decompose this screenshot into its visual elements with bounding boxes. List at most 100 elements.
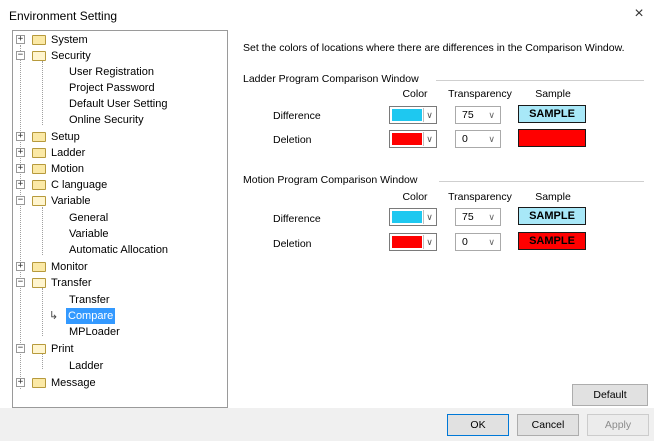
expand-icon[interactable]: + [16,180,25,189]
collapse-icon[interactable]: − [16,344,25,353]
settings-panel: Set the colors of locations where there … [230,30,654,408]
tree-item-label: Variable [69,228,109,240]
select-value: 75 [462,211,474,223]
color-swatch [392,133,422,145]
tree-connector [42,353,43,369]
tree-item-project-password[interactable]: Project Password [69,80,155,96]
ladder-difference-label: Difference [273,110,321,122]
chevron-down-icon: ∨ [488,134,495,144]
tree-connector [20,45,21,389]
window-title: Environment Setting [9,9,118,23]
folder-icon [32,262,46,272]
button-bar: OK Cancel Apply [0,408,654,441]
tree-item-label: Message [51,377,96,389]
tree-item-automatic-allocation[interactable]: Automatic Allocation [69,242,168,258]
color-column-header: Color [402,88,428,100]
group-divider [436,80,644,81]
motion-difference-color-picker[interactable]: ∨ [389,208,437,226]
close-icon[interactable]: × [630,5,648,23]
tree-item-label: Monitor [51,261,88,273]
tree-item-label: Variable [51,195,91,207]
color-column-header: Color [402,191,428,203]
tree-item-label: User Registration [69,66,154,78]
tree-item-label: C language [51,179,108,191]
tree-item-mploader[interactable]: MPLoader [69,324,120,340]
tree-item-label: General [69,212,109,224]
expand-icon[interactable]: + [16,35,25,44]
ladder-deletion-sample [518,129,586,147]
settings-tree[interactable]: + System − Security User Registration Pr… [12,30,228,408]
folder-icon [32,378,46,388]
tree-item-label: MPLoader [69,326,120,338]
color-swatch [392,109,422,121]
motion-group-title: Motion Program Comparison Window [243,174,418,186]
motion-difference-transparency-select[interactable]: 75 ∨ [455,208,501,226]
intro-text: Set the colors of locations where there … [243,42,625,54]
sample-column-header: Sample [535,88,571,100]
tree-item-label: Ladder [69,360,104,372]
expand-icon[interactable]: + [16,164,25,173]
ladder-difference-color-picker[interactable]: ∨ [389,106,437,124]
chevron-down-icon[interactable]: ∨ [423,108,435,122]
collapse-icon[interactable]: − [16,51,25,60]
color-swatch [392,211,422,223]
chevron-down-icon[interactable]: ∨ [423,235,435,249]
ladder-group-title: Ladder Program Comparison Window [243,73,419,85]
tree-item-label: Ladder [51,147,86,159]
tree-item-user-registration[interactable]: User Registration [69,64,154,80]
motion-deletion-color-picker[interactable]: ∨ [389,233,437,251]
color-swatch [392,236,422,248]
folder-icon [32,148,46,158]
tree-item-label: Project Password [69,82,155,94]
chevron-down-icon: ∨ [488,237,495,247]
open-folder-icon [32,51,46,61]
sample-column-header: Sample [535,191,571,203]
default-button[interactable]: Default [572,384,648,406]
cancel-button[interactable]: Cancel [517,414,579,436]
folder-icon [32,132,46,142]
tree-item-label: Default User Setting [69,98,168,110]
ladder-deletion-transparency-select[interactable]: 0 ∨ [455,130,501,148]
ladder-difference-transparency-select[interactable]: 75 ∨ [455,106,501,124]
tree-item-label: Security [51,50,91,62]
open-folder-icon [32,344,46,354]
arrow-icon: ↳ [49,310,59,322]
open-folder-icon [32,278,46,288]
folder-icon [32,164,46,174]
expand-icon[interactable]: + [16,378,25,387]
chevron-down-icon[interactable]: ∨ [423,210,435,224]
tree-item-label: Setup [51,131,80,143]
tree-item-label: Compare [66,308,116,324]
tree-item-transfer-sub[interactable]: Transfer [69,292,110,308]
apply-button[interactable]: Apply [587,414,649,436]
chevron-down-icon: ∨ [488,212,495,222]
tree-item-variable-sub[interactable]: Variable [69,226,109,242]
tree-item-default-user-setting[interactable]: Default User Setting [69,96,167,112]
tree-item-online-security[interactable]: Online Security [69,112,144,128]
tree-connector [42,207,43,255]
tree-item-ladder-sub[interactable]: Ladder [69,358,103,374]
motion-deletion-sample: SAMPLE [518,232,586,250]
folder-icon [32,35,46,45]
tree-item-general[interactable]: General [69,210,108,226]
tree-item-label: Transfer [51,277,92,289]
select-value: 0 [462,133,468,145]
ladder-difference-sample: SAMPLE [518,105,586,123]
folder-icon [32,180,46,190]
collapse-icon[interactable]: − [16,278,25,287]
chevron-down-icon[interactable]: ∨ [423,132,435,146]
ladder-deletion-label: Deletion [273,134,312,146]
expand-icon[interactable]: + [16,148,25,157]
collapse-icon[interactable]: − [16,196,25,205]
title-bar: Environment Setting × [0,0,654,30]
ladder-deletion-color-picker[interactable]: ∨ [389,130,437,148]
chevron-down-icon: ∨ [488,110,495,120]
motion-deletion-label: Deletion [273,238,312,250]
tree-item-label: System [51,34,88,46]
motion-difference-label: Difference [273,213,321,225]
tree-item-label: Motion [51,163,85,175]
ok-button[interactable]: OK [447,414,509,436]
motion-deletion-transparency-select[interactable]: 0 ∨ [455,233,501,251]
expand-icon[interactable]: + [16,262,25,271]
expand-icon[interactable]: + [16,132,25,141]
